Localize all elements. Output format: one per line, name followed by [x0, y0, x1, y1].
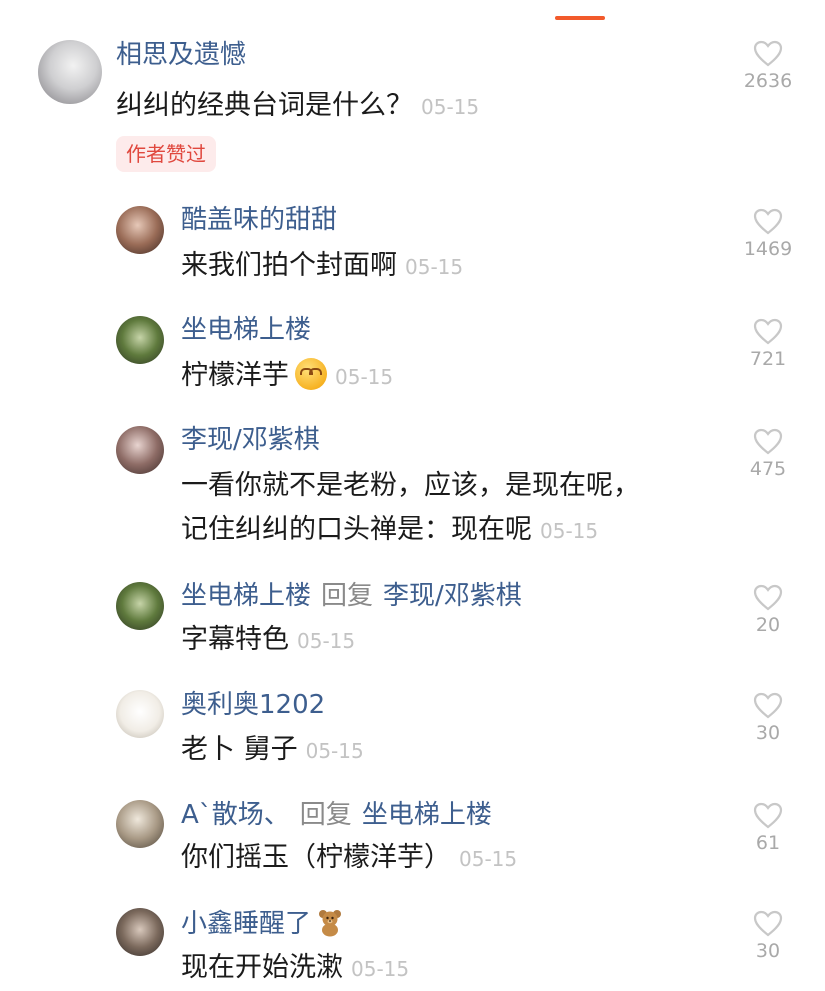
comment-body: 老卜 舅子: [181, 734, 298, 765]
comment-text-line-2: 记住纠纠的口头禅是：现在呢 05-15: [181, 508, 598, 553]
comment-date: 05-15: [305, 739, 364, 763]
comment-body: 柠檬洋芋: [181, 360, 289, 391]
comment-date: 05-15: [297, 629, 356, 653]
heart-icon: [753, 428, 783, 455]
heart-icon: [753, 692, 783, 719]
comment-text: 来我们拍个封面啊 05-15: [181, 244, 463, 289]
comment-text: 你们摇玉（柠檬洋芋） 05-15: [181, 836, 517, 881]
reply-label: 回复: [299, 800, 352, 830]
like-count: 721: [749, 348, 787, 370]
comment-date: 05-15: [540, 519, 599, 543]
comment-date: 05-15: [351, 957, 410, 981]
like-count: 2636: [743, 70, 793, 92]
teddy-bear-icon: [319, 910, 342, 937]
like-count: 475: [749, 458, 787, 480]
like-button[interactable]: 721: [740, 318, 796, 371]
comment-text: 柠檬洋芋 05-15: [181, 354, 393, 399]
comment-date: 05-15: [459, 847, 518, 871]
like-count: 30: [755, 940, 781, 962]
comment-username-row: A`散场、 回复 坐电梯上楼: [181, 799, 492, 831]
comment-username-row: 坐电梯上楼 回复 李现/邓紫棋: [181, 580, 522, 612]
comment-date: 05-15: [405, 255, 464, 279]
heart-icon: [753, 40, 783, 67]
comment-username[interactable]: 坐电梯上楼: [181, 581, 311, 611]
heart-icon: [753, 802, 783, 829]
like-button[interactable]: 30: [740, 910, 796, 963]
author-liked-badge: 作者赞过: [116, 136, 216, 172]
comment-body: 你们摇玉（柠檬洋芋）: [181, 842, 451, 873]
like-button[interactable]: 20: [740, 584, 796, 637]
like-button[interactable]: 30: [740, 692, 796, 745]
comment-body: 来我们拍个封面啊: [181, 250, 397, 281]
reply-label: 回复: [321, 581, 374, 611]
like-button[interactable]: 2636: [740, 40, 796, 93]
comment-username[interactable]: 相思及遗憾: [116, 39, 246, 71]
comment-text: 字幕特色 05-15: [181, 618, 355, 663]
avatar[interactable]: [116, 426, 164, 474]
comment-text: 纠纠的经典台词是什么？ 05-15: [116, 84, 479, 129]
comment-body: 纠纠的经典台词是什么？: [116, 90, 413, 121]
comment-date: 05-15: [335, 365, 394, 389]
comment-username[interactable]: 李现/邓紫棋: [181, 424, 320, 456]
heart-icon: [753, 584, 783, 611]
comment-username[interactable]: 小鑫睡醒了: [181, 909, 311, 939]
comment-username[interactable]: 酷盖味的甜甜: [181, 204, 337, 236]
comment-username[interactable]: 坐电梯上楼: [181, 314, 311, 346]
like-button[interactable]: 1469: [740, 208, 796, 261]
comment-text-line-1: 一看你就不是老粉，应该，是现在呢，: [181, 470, 640, 501]
like-count: 1469: [743, 238, 793, 260]
heart-icon: [753, 910, 783, 937]
like-button[interactable]: 475: [740, 428, 796, 481]
like-button[interactable]: 61: [740, 802, 796, 855]
smiling-face-emoji-icon: [295, 358, 327, 390]
comment-body: 记住纠纠的口头禅是：现在呢: [181, 514, 532, 545]
avatar[interactable]: [116, 316, 164, 364]
comment-username-row: 小鑫睡醒了: [181, 907, 345, 940]
avatar[interactable]: [38, 40, 102, 104]
avatar[interactable]: [116, 206, 164, 254]
like-count: 61: [755, 832, 781, 854]
like-count: 30: [755, 722, 781, 744]
reply-target-username[interactable]: 李现/邓紫棋: [383, 581, 522, 611]
comment-username[interactable]: A`散场、: [181, 800, 290, 830]
comment-username[interactable]: 奥利奥1202: [181, 689, 325, 721]
avatar[interactable]: [116, 908, 164, 956]
comment-text: 老卜 舅子 05-15: [181, 728, 364, 773]
avatar[interactable]: [116, 582, 164, 630]
like-count: 20: [755, 614, 781, 636]
active-tab-indicator: [555, 16, 605, 20]
reply-target-username[interactable]: 坐电梯上楼: [362, 800, 492, 830]
avatar[interactable]: [116, 690, 164, 738]
comment-date: 05-15: [421, 95, 480, 119]
heart-icon: [753, 208, 783, 235]
comment-body: 字幕特色: [181, 624, 289, 655]
avatar[interactable]: [116, 800, 164, 848]
comment-body: 现在开始洗漱: [181, 952, 343, 983]
comment-text: 现在开始洗漱 05-15: [181, 946, 409, 991]
heart-icon: [753, 318, 783, 345]
